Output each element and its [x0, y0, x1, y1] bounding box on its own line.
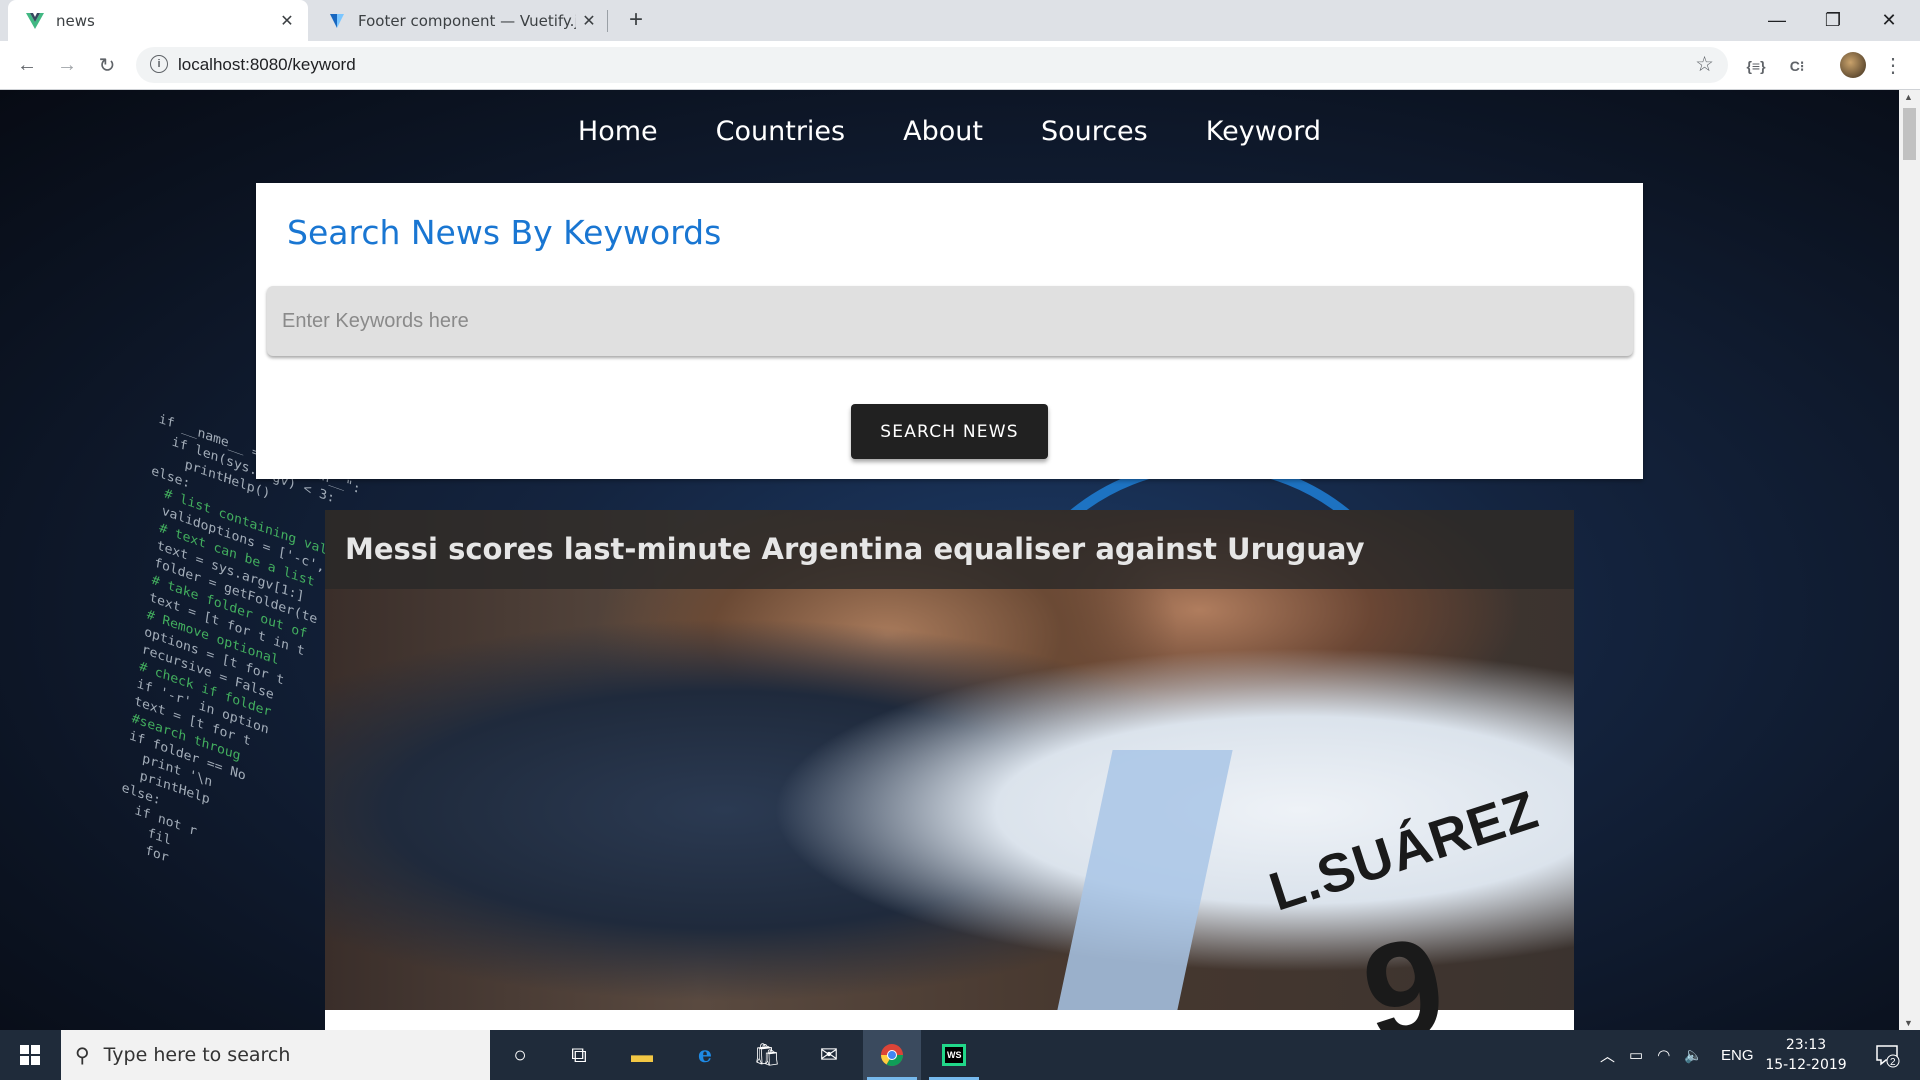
extension-braces-icon[interactable]: {≡}: [1743, 53, 1769, 79]
nav-keyword[interactable]: Keyword: [1177, 112, 1350, 152]
svg-text:WS: WS: [947, 1050, 962, 1060]
scroll-up-arrow-icon[interactable]: ▲: [1904, 92, 1913, 102]
wifi-icon[interactable]: ◠: [1657, 1046, 1670, 1064]
site-navigation: Home Countries About Sources Keyword: [0, 112, 1899, 152]
news-article-card[interactable]: L.SUÁREZ 9 Messi scores last-minute Arge…: [325, 510, 1574, 1030]
article-headline[interactable]: Messi scores last-minute Argentina equal…: [345, 532, 1365, 566]
browser-toolbar: ← → ↻ i localhost:8080/keyword ☆ {≡} C⁝: [0, 41, 1920, 90]
address-bar[interactable]: i localhost:8080/keyword ☆: [136, 47, 1728, 83]
back-arrow-icon[interactable]: ←: [13, 51, 41, 79]
keyword-search-card: Search News By Keywords SEARCH NEWS: [256, 183, 1643, 479]
browser-menu-icon[interactable]: ⋮: [1883, 50, 1903, 80]
jersey-name-text: L.SUÁREZ: [1262, 779, 1546, 923]
page-scrollbar[interactable]: ▲ ▼: [1899, 90, 1920, 1030]
tab-separator: [607, 10, 608, 32]
tab-title: news: [56, 11, 95, 30]
search-news-button[interactable]: SEARCH NEWS: [851, 404, 1048, 459]
tab-title: Footer component — Vuetify.js: [358, 11, 576, 30]
battery-icon[interactable]: ▭: [1629, 1046, 1643, 1064]
browser-tab-vuetify[interactable]: Footer component — Vuetify.js ✕: [314, 0, 610, 41]
taskbar-search-placeholder: Type here to search: [103, 1044, 291, 1066]
url-text: localhost:8080/keyword: [178, 55, 356, 74]
nav-about[interactable]: About: [874, 112, 1012, 152]
file-explorer-icon[interactable]: ▬: [613, 1030, 671, 1080]
task-view-icon[interactable]: ⧉: [550, 1030, 608, 1080]
nav-home[interactable]: Home: [549, 112, 687, 152]
nav-countries[interactable]: Countries: [687, 112, 874, 152]
windows-taskbar: ⚲ Type here to search ○ ⧉ ▬ e 🛍 ✉ WS ︿ ▭…: [0, 1030, 1920, 1080]
bookmark-star-icon[interactable]: ☆: [1695, 52, 1714, 77]
vuetify-icon: [328, 12, 346, 30]
browser-tab-strip: news ✕ Footer component — Vuetify.js ✕ +…: [0, 0, 1920, 41]
search-icon: ⚲: [75, 1044, 90, 1067]
extension-c-icon[interactable]: C⁝: [1784, 53, 1810, 79]
new-tab-plus-icon[interactable]: +: [622, 6, 650, 34]
jersey-stripe-decoration: [1057, 750, 1233, 1010]
close-tab-icon[interactable]: ✕: [576, 8, 602, 34]
keyword-field: [267, 286, 1633, 356]
browser-tab-news[interactable]: news ✕: [8, 0, 308, 41]
system-tray: ︿ ▭ ◠ 🔈 ENG: [1600, 1030, 1754, 1080]
minimize-icon[interactable]: —: [1749, 0, 1805, 41]
clock-date: 15-12-2019: [1765, 1057, 1847, 1073]
windows-logo-icon: [20, 1045, 40, 1065]
close-tab-icon[interactable]: ✕: [274, 8, 300, 34]
reload-icon[interactable]: ↻: [93, 51, 121, 79]
scroll-down-arrow-icon[interactable]: ▼: [1904, 1018, 1913, 1028]
chrome-icon[interactable]: [863, 1030, 921, 1080]
language-indicator[interactable]: ENG: [1721, 1047, 1754, 1064]
restore-icon[interactable]: ❐: [1805, 0, 1861, 41]
window-close-icon[interactable]: ✕: [1861, 0, 1917, 41]
profile-avatar[interactable]: [1840, 52, 1866, 78]
clock-time: 23:13: [1785, 1037, 1827, 1053]
action-center-icon[interactable]: 2: [1862, 1030, 1912, 1080]
site-info-icon[interactable]: i: [150, 55, 168, 73]
keyword-input[interactable]: [267, 286, 1633, 356]
vue-icon: [26, 12, 44, 30]
start-button[interactable]: [0, 1030, 60, 1080]
headline-overlay: Messi scores last-minute Argentina equal…: [325, 510, 1574, 589]
cortana-icon[interactable]: ○: [491, 1030, 549, 1080]
webstorm-icon[interactable]: WS: [925, 1030, 983, 1080]
search-heading: Search News By Keywords: [287, 213, 722, 252]
jersey-number-text: 9: [1351, 906, 1456, 1030]
show-hidden-icons-chevron-icon[interactable]: ︿: [1600, 1045, 1615, 1066]
page-viewport: if __name__ == "__main__": if len(sys.ar…: [0, 90, 1899, 1030]
volume-icon[interactable]: 🔈: [1684, 1046, 1703, 1064]
nav-sources[interactable]: Sources: [1012, 112, 1177, 152]
scrollbar-thumb[interactable]: [1903, 108, 1916, 160]
edge-browser-icon[interactable]: e: [676, 1030, 734, 1080]
taskbar-clock[interactable]: 23:13 15-12-2019: [1764, 1035, 1848, 1075]
taskbar-search-box[interactable]: ⚲ Type here to search: [61, 1030, 490, 1080]
notification-count: 2: [1890, 1057, 1896, 1068]
mail-icon[interactable]: ✉: [800, 1030, 858, 1080]
forward-arrow-icon[interactable]: →: [53, 51, 81, 79]
store-icon[interactable]: 🛍: [738, 1030, 796, 1080]
